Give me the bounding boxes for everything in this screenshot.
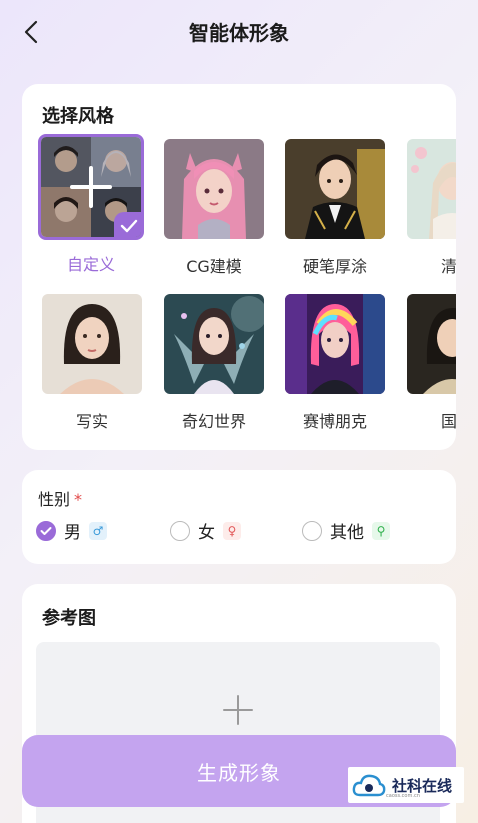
gender-option-female[interactable]: 女 ♀ [170,518,241,543]
page-title: 智能体形象 [189,21,289,45]
style-card: 选择风格 自定义 CG建模 硬笔厚涂 清 写实 奇幻世界 赛博朋克 国 [22,84,456,450]
female-radio[interactable] [170,520,190,541]
upload-plus-icon [223,695,253,725]
style-label-fantasy: 奇幻世界 [181,412,246,431]
style-label-cg: CG建模 [186,257,242,276]
style-label-cyberpunk: 赛博朋克 [302,412,367,431]
style-section-title: 选择风格 [42,106,114,127]
gender-label: 性别 * [38,486,82,510]
cyberpunk-style-thumbnail [285,294,385,394]
style-option-pen[interactable]: 硬笔厚涂 [285,139,389,277]
male-radio[interactable] [36,520,56,541]
realistic-style-thumbnail [42,294,142,394]
style-option-guofeng[interactable]: 国风 [407,294,456,432]
top-bar: 智能体形象 [0,0,478,64]
other-radio[interactable] [302,520,322,541]
style-option-custom[interactable]: 自定义 [38,134,144,275]
female-label: 女 [198,523,215,543]
style-label-fresh: 清新 [440,257,456,276]
style-label-guofeng: 国风 [440,412,456,431]
watermark-url: caoss.com.cn [386,793,420,799]
female-symbol-icon: ♀ [223,521,241,540]
style-option-realistic[interactable]: 写实 [42,294,146,432]
gender-card: 性别 * 男 ♂ 女 ♀ 其他 ⚲ [22,470,456,564]
selected-check-icon [114,212,141,237]
other-label: 其他 [330,523,364,543]
style-option-cyberpunk[interactable]: 赛博朋克 [285,294,389,432]
fantasy-style-thumbnail [164,294,264,394]
custom-style-thumbnail [38,134,144,240]
reference-section-title: 参考图 [42,608,96,629]
style-option-fresh[interactable]: 清新 [407,139,456,277]
gender-label-text: 性别 [38,490,71,509]
style-label-custom: 自定义 [66,255,115,274]
male-label: 男 [64,523,81,543]
required-mark: * [74,490,83,509]
guofeng-style-thumbnail [407,294,456,394]
style-option-cg[interactable]: CG建模 [164,139,268,277]
gender-option-other[interactable]: 其他 ⚲ [302,518,390,543]
gender-option-male[interactable]: 男 ♂ [36,518,107,543]
fresh-style-thumbnail [407,139,456,239]
style-label-realistic: 写实 [75,412,108,431]
pen-style-thumbnail [285,139,385,239]
cg-style-thumbnail [164,139,264,239]
style-option-fantasy[interactable]: 奇幻世界 [164,294,268,432]
male-symbol-icon: ♂ [89,521,107,540]
style-label-pen: 硬笔厚涂 [302,257,367,276]
other-symbol-icon: ⚲ [372,521,390,540]
watermark-logo: 社科在线 caoss.com.cn [348,767,464,803]
cloud-logo-icon [352,774,386,797]
